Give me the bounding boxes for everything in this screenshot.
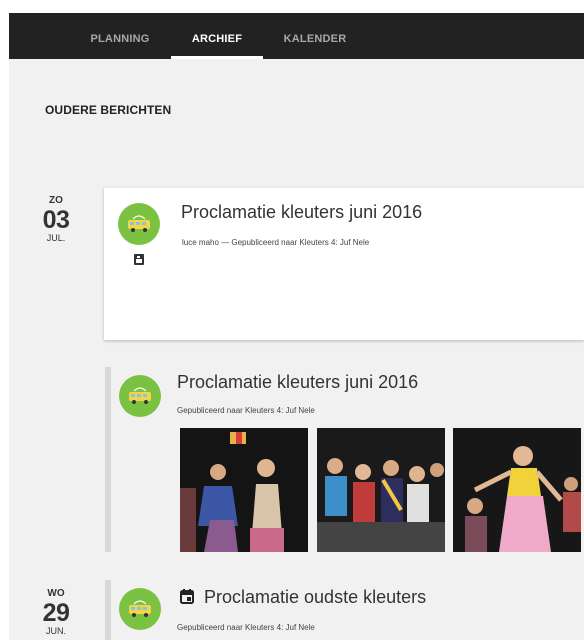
date-day: 29: [42, 599, 70, 627]
date-group-2: WO 29 JUN.: [34, 588, 78, 637]
date-day: 03: [42, 206, 70, 234]
timeline-bar: [105, 580, 111, 640]
tab-planning[interactable]: PLANNING: [73, 13, 167, 59]
album-icon: [134, 254, 144, 265]
calendar-icon: [180, 589, 194, 604]
tab-kalender[interactable]: KALENDER: [267, 13, 363, 59]
post-card[interactable]: Proclamatie kleuters juni 2016 luce maho…: [104, 188, 584, 340]
post-title[interactable]: Proclamatie kleuters juni 2016: [181, 202, 422, 223]
bus-avatar-icon: [119, 588, 161, 630]
post-meta: Gepubliceerd naar Kleuters 4: Juf Nele: [177, 623, 315, 632]
photo-thumbnail-3[interactable]: [453, 428, 581, 552]
post-title[interactable]: Proclamatie kleuters juni 2016: [177, 372, 418, 393]
photo-thumbnail-2[interactable]: [317, 428, 445, 552]
date-month: JUN.: [46, 626, 66, 636]
post-meta: Gepubliceerd naar Kleuters 4: Juf Nele: [177, 406, 315, 415]
timeline-bar: [105, 367, 111, 552]
tab-archief[interactable]: ARCHIEF: [171, 13, 263, 59]
bus-avatar-icon: [118, 203, 160, 245]
app-frame: PLANNING ARCHIEF KALENDER OUDERE BERICHT…: [9, 13, 584, 640]
date-month: JUL.: [46, 233, 66, 243]
post-meta: luce maho — Gepubliceerd naar Kleuters 4…: [182, 238, 370, 247]
photo-thumbnail-1[interactable]: [180, 428, 308, 552]
date-group-1: ZO 03 JUL.: [34, 195, 78, 244]
post-title[interactable]: Proclamatie oudste kleuters: [204, 587, 426, 608]
top-navigation: PLANNING ARCHIEF KALENDER: [9, 13, 584, 59]
bus-avatar-icon: [119, 375, 161, 417]
section-title: OUDERE BERICHTEN: [45, 103, 172, 117]
